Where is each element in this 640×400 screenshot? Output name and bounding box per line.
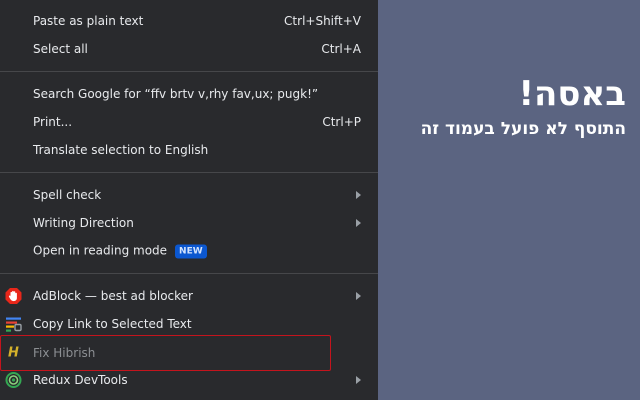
menu-item-label: Search Google for “ffv brtv v,rhy fav,ux… [33, 87, 319, 101]
menu-item-label: Copy Link to Selected Text [33, 317, 192, 331]
menu-item-search-google[interactable]: Search Google for “ffv brtv v,rhy fav,ux… [0, 80, 378, 108]
menu-item-shortcut: Ctrl+A [321, 42, 361, 56]
menu-item-translate[interactable]: Translate selection to English [0, 136, 378, 164]
redux-icon [5, 372, 22, 388]
menu-item-label: Translate selection to English [33, 143, 209, 157]
menu-separator [0, 273, 378, 274]
submenu-arrow-icon [356, 219, 361, 227]
menu-item-shortcut: Ctrl+P [322, 115, 361, 129]
menu-item-reading-mode[interactable]: Open in reading mode NEW [0, 237, 378, 265]
submenu-arrow-icon [356, 292, 361, 300]
menu-item-label: Spell check [33, 188, 102, 202]
menu-item-label: AdBlock — best ad blocker [33, 289, 193, 303]
menu-item-print[interactable]: Print... Ctrl+P [0, 108, 378, 136]
menu-item-label: Print... [33, 115, 73, 129]
menu-item-shortcut: Ctrl+Shift+V [284, 14, 361, 28]
menu-item-copy-link[interactable]: Copy Link to Selected Text [0, 310, 378, 338]
menu-item-label: Select all [33, 42, 88, 56]
menu-item-select-all[interactable]: Select all Ctrl+A [0, 35, 378, 63]
menu-separator [0, 172, 378, 173]
menu-item-label: Redux DevTools [33, 373, 128, 387]
submenu-arrow-icon [356, 376, 361, 384]
copy-link-text-icon [6, 317, 22, 332]
extension-message: באסה! התוסף לא פועל בעמוד זה [376, 70, 626, 140]
adblock-hand-icon [5, 288, 22, 304]
menu-separator [0, 71, 378, 72]
menu-item-label: Paste as plain text [33, 14, 144, 28]
message-title: באסה! [518, 74, 626, 114]
message-subtitle: התוסף לא פועל בעמוד זה [420, 119, 626, 139]
new-badge: NEW [175, 244, 207, 259]
menu-item-spell-check[interactable]: Spell check [0, 181, 378, 209]
menu-item-label-wrap: Open in reading mode NEW [33, 244, 207, 259]
menu-item-label: Writing Direction [33, 216, 134, 230]
highlight-outline [0, 335, 331, 371]
submenu-arrow-icon [356, 191, 361, 199]
menu-item-label: Open in reading mode [33, 243, 168, 258]
menu-item-paste-plain-text[interactable]: Paste as plain text Ctrl+Shift+V [0, 7, 378, 35]
menu-item-writing-direction[interactable]: Writing Direction [0, 209, 378, 237]
menu-item-adblock[interactable]: AdBlock — best ad blocker [0, 282, 378, 310]
